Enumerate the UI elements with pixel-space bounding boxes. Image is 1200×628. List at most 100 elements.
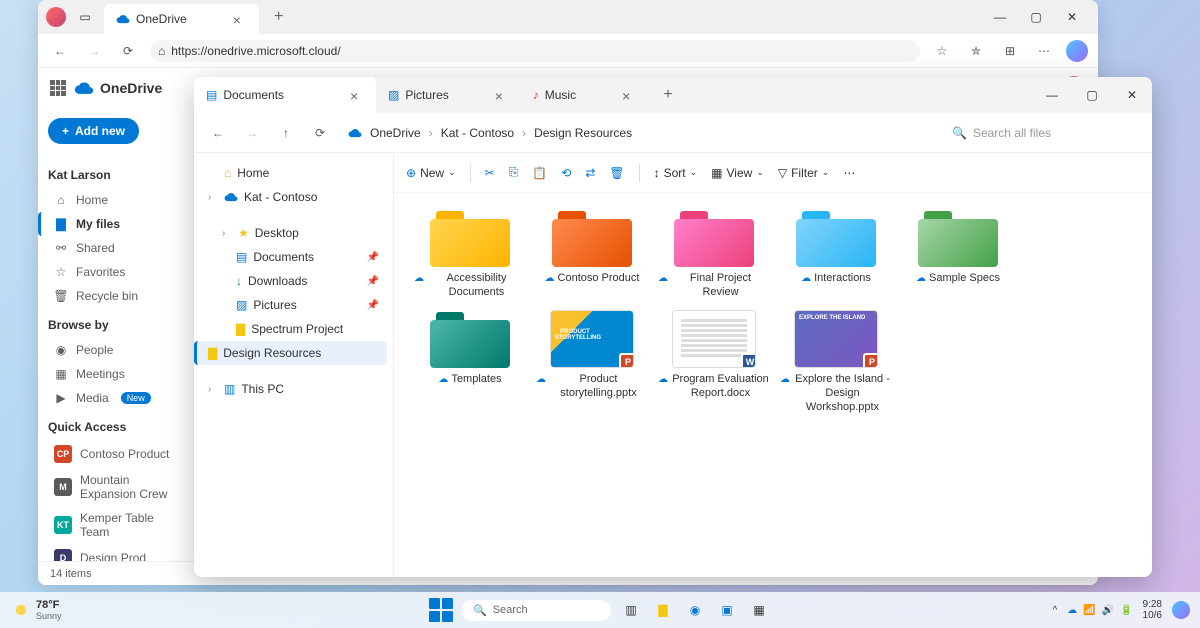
close-button[interactable]: ✕ — [1054, 3, 1090, 31]
browser-tab-onedrive[interactable]: OneDrive × — [104, 4, 259, 34]
close-tab-icon[interactable]: × — [622, 88, 636, 102]
folder-item[interactable]: ☁Final Project Review — [658, 209, 770, 300]
battery-icon[interactable]: 🔋 — [1120, 605, 1132, 616]
file-item[interactable]: W☁Program Evaluation Report.docx — [658, 310, 770, 415]
nav-back-button[interactable]: ← — [204, 119, 232, 147]
store-taskbar-icon[interactable]: ▣ — [715, 598, 739, 622]
paste-button[interactable]: 📋 — [532, 166, 547, 180]
folder-item[interactable]: ☁Interactions — [780, 209, 892, 300]
minimize-button[interactable]: — — [982, 3, 1018, 31]
tray-expand-icon[interactable]: ^ — [1052, 605, 1057, 616]
close-tab-icon[interactable]: × — [233, 12, 247, 26]
explorer-close-button[interactable]: ✕ — [1112, 77, 1152, 113]
sidebar-item-people[interactable]: ◉People — [48, 338, 185, 362]
explorer-taskbar-icon[interactable]: ▇ — [651, 598, 675, 622]
sidebar-item-shared[interactable]: ⚯Shared — [48, 236, 185, 260]
more-button[interactable]: ⋯ — [843, 166, 855, 180]
quick-access-item[interactable]: KTKemper Table Team — [48, 506, 185, 544]
forward-button[interactable]: → — [82, 39, 106, 63]
pin-icon[interactable]: 📌 — [367, 276, 379, 287]
sidebar-item-meetings[interactable]: ▦Meetings — [48, 362, 185, 386]
app-launcher-icon[interactable] — [50, 80, 66, 96]
sidebar-item-media[interactable]: ▶MediaNew — [48, 386, 185, 410]
wifi-icon[interactable]: 📶 — [1083, 605, 1095, 616]
search-input[interactable]: 🔍 Search all files — [942, 122, 1142, 144]
url-field[interactable]: ⌂ https://onedrive.microsoft.cloud/ — [150, 40, 920, 62]
explorer-minimize-button[interactable]: — — [1032, 77, 1072, 113]
folder-item[interactable]: ☁Sample Specs — [902, 209, 1014, 300]
copy-button[interactable]: ⎘ — [509, 165, 519, 180]
new-button[interactable]: ⊕New⌄ — [406, 166, 456, 180]
copilot-taskbar-icon[interactable] — [1172, 601, 1190, 619]
nav-forward-button[interactable]: → — [238, 119, 266, 147]
chevron-right-icon[interactable]: › — [208, 384, 218, 395]
start-button[interactable] — [429, 598, 453, 622]
file-item[interactable]: P☁Product storytelling.pptx — [536, 310, 648, 415]
pin-icon[interactable]: 📌 — [367, 300, 379, 311]
volume-icon[interactable]: 🔊 — [1102, 605, 1114, 616]
edge-taskbar-icon[interactable]: ◉ — [683, 598, 707, 622]
tree-pictures[interactable]: ▨Pictures📌 — [200, 293, 387, 317]
more-button[interactable]: ⋯ — [1032, 39, 1056, 63]
onedrive-tray-icon[interactable]: ☁ — [1067, 605, 1077, 616]
chevron-right-icon[interactable]: › — [208, 192, 218, 203]
tree-thispc[interactable]: ›▥This PC — [200, 377, 387, 401]
explorer-tab[interactable]: ♪Music× — [521, 77, 648, 113]
breadcrumb-item[interactable]: OneDrive — [370, 126, 421, 140]
add-new-button[interactable]: + Add new — [48, 118, 139, 144]
breadcrumb-item[interactable]: Kat - Contoso — [441, 126, 514, 140]
task-view-button[interactable]: ▥ — [619, 598, 643, 622]
sidebar-item-myfiles[interactable]: ▇My files — [38, 212, 185, 236]
tree-kat[interactable]: ›Kat - Contoso — [200, 185, 387, 209]
breadcrumb[interactable]: OneDrive › Kat - Contoso › Design Resour… — [340, 122, 936, 144]
refresh-button[interactable]: ⟳ — [116, 39, 140, 63]
quick-access-item[interactable]: CPContoso Product — [48, 440, 185, 468]
tree-home[interactable]: ⌂Home — [200, 161, 387, 185]
sidebar-item-favorites[interactable]: ☆Favorites — [48, 260, 185, 284]
explorer-tab[interactable]: ▨Pictures× — [376, 77, 521, 113]
clock[interactable]: 9:28 10/6 — [1143, 599, 1162, 621]
delete-button[interactable]: 🗑 — [609, 166, 624, 180]
share-button[interactable]: ⇄ — [585, 166, 595, 180]
close-tab-icon[interactable]: × — [495, 88, 509, 102]
folder-item[interactable]: ☁Accessibility Documents — [414, 209, 526, 300]
quick-access-item[interactable]: MMountain Expansion Crew — [48, 468, 185, 506]
sidebar-item-recycle[interactable]: 🗑Recycle bin — [48, 284, 185, 308]
cut-button[interactable]: ✂ — [485, 166, 495, 180]
explorer-new-tab-button[interactable]: + — [656, 86, 680, 104]
close-tab-icon[interactable]: × — [350, 88, 364, 102]
tree-desktop[interactable]: ›★Desktop — [200, 221, 387, 245]
new-tab-button[interactable]: + — [267, 8, 291, 26]
sort-button[interactable]: ↕Sort⌄ — [654, 166, 698, 180]
tab-overview-button[interactable]: ▭ — [74, 6, 96, 28]
nav-up-button[interactable]: ↑ — [272, 119, 300, 147]
maximize-button[interactable]: ▢ — [1018, 3, 1054, 31]
tree-downloads[interactable]: ↓Downloads📌 — [200, 269, 387, 293]
copilot-icon[interactable] — [1066, 40, 1088, 62]
explorer-maximize-button[interactable]: ▢ — [1072, 77, 1112, 113]
breadcrumb-item[interactable]: Design Resources — [534, 126, 632, 140]
file-item[interactable]: P☁Explore the Island - Design Workshop.p… — [780, 310, 892, 415]
taskbar-search[interactable]: 🔍Search — [461, 600, 611, 621]
filter-button[interactable]: ▽Filter⌄ — [778, 166, 829, 180]
favorite-button[interactable]: ☆ — [930, 39, 954, 63]
folder-item[interactable]: ☁Contoso Product — [536, 209, 648, 300]
view-button[interactable]: ▦View⌄ — [711, 166, 764, 180]
collections-button[interactable]: ⊞ — [998, 39, 1022, 63]
onedrive-logo[interactable]: OneDrive — [74, 78, 162, 98]
weather-widget[interactable]: 78°F Sunny — [0, 599, 74, 621]
favorites-bar-button[interactable]: ✮ — [964, 39, 988, 63]
pin-icon[interactable]: 📌 — [367, 252, 379, 263]
rename-button[interactable]: ⟲ — [561, 166, 571, 180]
sidebar-item-home[interactable]: ⌂Home — [48, 188, 185, 212]
tree-spectrum[interactable]: ▇Spectrum Project — [200, 317, 387, 341]
tree-design[interactable]: ▇Design Resources — [194, 341, 387, 365]
folder-item[interactable]: ☁Templates — [414, 310, 526, 415]
explorer-tab[interactable]: ▤Documents× — [194, 77, 376, 113]
back-button[interactable]: ← — [48, 39, 72, 63]
profile-avatar[interactable] — [46, 7, 66, 27]
app-taskbar-icon[interactable]: ▦ — [747, 598, 771, 622]
chevron-right-icon[interactable]: › — [222, 228, 232, 239]
nav-refresh-button[interactable]: ⟳ — [306, 119, 334, 147]
tree-documents[interactable]: ▤Documents📌 — [200, 245, 387, 269]
